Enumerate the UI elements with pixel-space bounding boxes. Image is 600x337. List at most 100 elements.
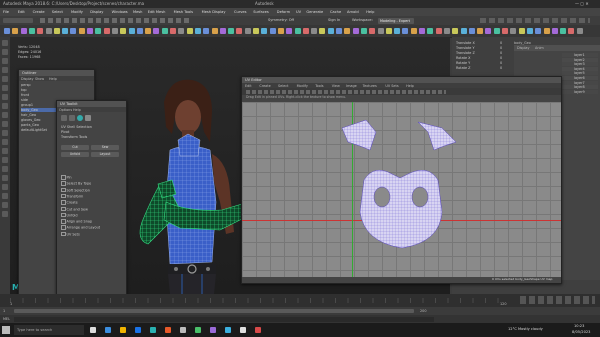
workspace-dropdown[interactable]: Modeling - Expert bbox=[378, 17, 414, 24]
shelf-tool-icon[interactable] bbox=[261, 28, 268, 34]
shelf-tool-icon[interactable] bbox=[53, 28, 60, 34]
toolbox-tool-icon[interactable] bbox=[2, 76, 8, 82]
shelf-tool-icon[interactable] bbox=[302, 28, 309, 34]
outliner-item[interactable]: front bbox=[21, 93, 91, 97]
shelf-tool-icon[interactable] bbox=[518, 28, 525, 34]
shelf-tool-icon[interactable] bbox=[20, 28, 27, 34]
shelf-tool-icon[interactable] bbox=[12, 28, 19, 34]
command-input[interactable] bbox=[14, 316, 434, 322]
menu-deform[interactable]: Deform bbox=[277, 10, 290, 14]
layer-row[interactable]: layer5 bbox=[562, 71, 598, 76]
toolbox-tool-icon[interactable] bbox=[2, 40, 8, 46]
shelf-tool-icon[interactable] bbox=[427, 28, 434, 34]
shelf-tool-icon[interactable] bbox=[111, 28, 118, 34]
shelf-tool-icon[interactable] bbox=[4, 28, 10, 34]
shelf-tool-icon[interactable] bbox=[443, 28, 450, 34]
toolbox-tool-icon[interactable] bbox=[2, 58, 8, 64]
uv-toolkit-row[interactable]: Pivot bbox=[61, 130, 69, 134]
shelf-tool-icon[interactable] bbox=[37, 28, 44, 34]
shelf-tool-icon[interactable] bbox=[543, 28, 550, 34]
weather-widget[interactable]: 12°C Mostly cloudy bbox=[508, 327, 543, 331]
uv-grid[interactable] bbox=[242, 102, 561, 277]
toolbox-tool-icon[interactable] bbox=[2, 130, 8, 136]
shelf-tool-icon[interactable] bbox=[103, 28, 110, 34]
uv-toolkit-cut-button[interactable]: Cut bbox=[61, 145, 89, 150]
uv-toolkit-section[interactable]: Pin bbox=[61, 175, 72, 180]
shelf-tool-icon[interactable] bbox=[551, 28, 558, 34]
shelf-tool-icon[interactable] bbox=[70, 28, 77, 34]
shelf-tool-icon[interactable] bbox=[419, 28, 425, 34]
shelf-tool-icon[interactable] bbox=[45, 28, 52, 34]
shelf-tool-icon[interactable] bbox=[560, 28, 567, 34]
taskbar-app-icon[interactable] bbox=[120, 327, 126, 333]
uv-shells[interactable] bbox=[242, 102, 561, 277]
shelf-tool-icon[interactable] bbox=[452, 28, 459, 34]
checker-icon[interactable] bbox=[85, 115, 91, 121]
uv-toolkit-section[interactable]: Unfold bbox=[61, 212, 78, 218]
menu-create[interactable]: Create bbox=[33, 10, 45, 14]
taskbar-app-icon[interactable] bbox=[225, 327, 231, 333]
layer-row[interactable]: layer1 bbox=[562, 53, 598, 57]
shelf-tool-icon[interactable] bbox=[477, 28, 484, 34]
shelf-tool-icon[interactable] bbox=[336, 28, 342, 34]
uv-toolkit-section[interactable]: Select By Type bbox=[61, 181, 91, 186]
menu-edit-mesh[interactable]: Edit Mesh bbox=[148, 10, 166, 14]
shelf-tool-icon[interactable] bbox=[360, 28, 367, 34]
shelf-tool-icon[interactable] bbox=[327, 28, 334, 34]
menu-modify[interactable]: Modify bbox=[71, 10, 83, 14]
time-slider[interactable]: 1 120 bbox=[0, 294, 600, 307]
shelf-tool-icon[interactable] bbox=[352, 28, 359, 34]
shelf-tool-icon[interactable] bbox=[228, 28, 235, 34]
menu-mesh[interactable]: Mesh bbox=[133, 10, 142, 14]
layer-row[interactable]: layer2 bbox=[562, 57, 598, 62]
select-shell-icon[interactable] bbox=[69, 115, 75, 121]
toolbox-tool-icon[interactable] bbox=[2, 121, 8, 127]
shelf-tool-icon[interactable] bbox=[385, 28, 392, 34]
shelf-tool-icon[interactable] bbox=[211, 28, 218, 34]
shelf-tool-icon[interactable] bbox=[485, 28, 492, 34]
shelf-tool-icon[interactable] bbox=[253, 28, 259, 34]
uv-editor-menu-item[interactable]: Modify bbox=[297, 84, 308, 88]
channel-attr-value[interactable]: 0 bbox=[500, 56, 502, 60]
shelf-tool-icon[interactable] bbox=[120, 28, 127, 34]
shelf-tool-icon[interactable] bbox=[286, 28, 293, 34]
signin-label[interactable]: Sign In bbox=[328, 18, 340, 22]
shelf-tool-icon[interactable] bbox=[219, 28, 226, 34]
channel-attribute[interactable]: Translate Y 0 bbox=[456, 46, 512, 50]
menu-file[interactable]: File bbox=[3, 10, 9, 14]
shelf-tool-icon[interactable] bbox=[194, 28, 201, 34]
layer-row[interactable]: layer7 bbox=[562, 80, 598, 85]
uv-toolkit-row[interactable]: Transform Tools bbox=[61, 135, 87, 139]
menu-curves[interactable]: Curves bbox=[234, 10, 246, 14]
uv-shell-sleeve-right[interactable] bbox=[417, 121, 457, 151]
channel-attr-value[interactable]: 0 bbox=[500, 61, 502, 65]
uv-toolkit-sew-button[interactable]: Sew bbox=[91, 145, 119, 150]
shelf-tool-icon[interactable] bbox=[344, 28, 351, 34]
shelf-tool-icon[interactable] bbox=[468, 28, 475, 34]
shelf-tool-icon[interactable] bbox=[62, 28, 69, 34]
shelf-tool-icon[interactable] bbox=[502, 28, 508, 34]
uv-toolkit-section[interactable]: Arrange and Layout bbox=[61, 225, 100, 230]
taskbar-app-icon[interactable] bbox=[255, 327, 261, 333]
toolbox-tool-icon[interactable] bbox=[2, 157, 8, 163]
menu-generate[interactable]: Generate bbox=[306, 10, 323, 14]
toolbox-tool-icon[interactable] bbox=[2, 94, 8, 100]
taskbar-app-icon[interactable] bbox=[240, 327, 246, 333]
shelf-tool-icon[interactable] bbox=[28, 28, 35, 34]
shelf-tool-icon[interactable] bbox=[244, 28, 251, 34]
shelf-tool-icon[interactable] bbox=[435, 28, 442, 34]
shelf-tool-icon[interactable] bbox=[526, 28, 533, 34]
layer-tab[interactable]: Display bbox=[517, 46, 530, 50]
channel-attr-value[interactable]: 0 bbox=[500, 51, 502, 55]
shelf-tool-icon[interactable] bbox=[128, 28, 135, 34]
toolbox-tool-icon[interactable] bbox=[2, 175, 8, 181]
uv-editor-menu-item[interactable]: Create bbox=[259, 84, 270, 88]
shelf-tool-icon[interactable] bbox=[161, 28, 168, 34]
shelf-tool-icon[interactable] bbox=[535, 28, 542, 34]
channel-attribute[interactable]: Rotate Y 0 bbox=[456, 61, 512, 65]
menu-mesh-tools[interactable]: Mesh Tools bbox=[174, 10, 193, 14]
windows-start-icon[interactable] bbox=[2, 326, 10, 334]
uv-editor-menu-item[interactable]: Textures bbox=[363, 84, 377, 88]
uv-toolkit-section[interactable]: Transform bbox=[61, 193, 83, 199]
playback-controls[interactable] bbox=[520, 296, 595, 304]
